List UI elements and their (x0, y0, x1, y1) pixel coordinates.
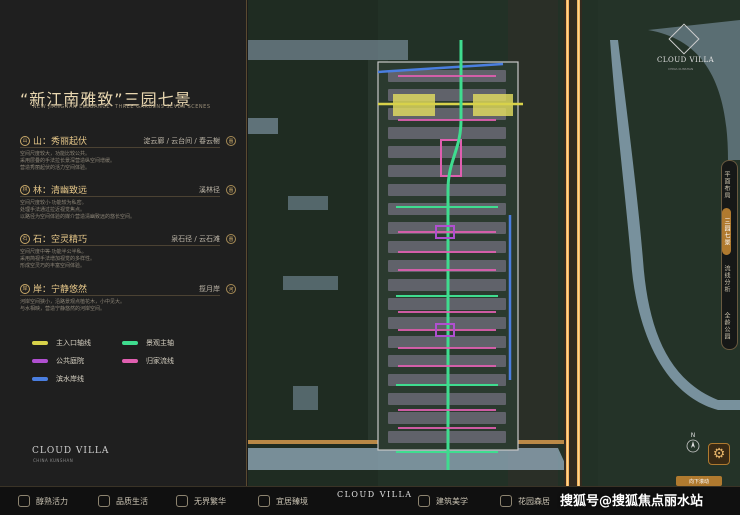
nav-item[interactable]: 醇熟活力 (18, 495, 68, 507)
legend-swatch (32, 376, 48, 381)
watermark: 搜狐号@搜狐焦点丽水站 (560, 494, 704, 509)
scene-path: 揽月岸 (199, 284, 220, 293)
legend-swatch (122, 340, 138, 345)
brand-logo: CLOUD VILLA (32, 446, 110, 456)
nav-icon (176, 495, 188, 507)
scene-forest: 林 林：清幽致远 溪林径 惠 空间尺度较小·功能较为私密。 处理手法通过拉近视觉… (20, 183, 236, 221)
legend-swatch (122, 358, 138, 363)
scene-path: 泉石径 / 云石滩 (171, 234, 220, 243)
forest-icon: 林 (20, 184, 30, 195)
scroll-down-button[interactable]: 向下滚动 (676, 476, 722, 486)
legend: 主入口轴线 景观主轴 公共庭院 归家流线 滨水岸线 (32, 338, 212, 392)
nav-icon (500, 495, 512, 507)
nav-label: 花园森居 (518, 496, 550, 506)
brand-right: CLOUD VILLA (657, 56, 715, 64)
nav-item[interactable]: 花园森居 (500, 495, 550, 507)
legend-item: 主入口轴线 (32, 338, 122, 347)
nav-label: 宜居臻境 (276, 496, 308, 506)
scene-badge: 惠 (226, 185, 236, 195)
scene-name: 岸：宁静悠然 (33, 285, 88, 295)
site-plan-map[interactable] (248, 0, 740, 486)
side-tab-bar: 平面布局 三园七景 流线分析 全龄公园 (721, 160, 738, 350)
scene-path: 溪林径 (199, 185, 220, 194)
nav-label: 建筑美学 (436, 496, 468, 506)
tab-floor-plan[interactable]: 平面布局 (722, 161, 731, 208)
scene-shore: 岸 岸：宁静悠然 揽月岸 河 河岸空间狭小，沿路景观点植花木，小中见大。 与水相… (20, 282, 236, 313)
scene-path: 淀云廊 / 云台间 / 春云榭 (143, 136, 220, 145)
compass-icon: N (684, 432, 702, 454)
nav-icon (418, 495, 430, 507)
brand-location: CHINA KUNSHAN (33, 458, 74, 463)
scene-desc: 空间尺度较大，功能比较公共。 采用层叠的手法拉长景深营造纵空间增缓。 营造秀丽起… (20, 151, 116, 171)
legend-label: 归家流线 (146, 356, 174, 365)
scene-desc: 河岸空间狭小，沿路景观点植花木，小中见大。 与水相映，营造宁静悠然的河岸空间。 (20, 299, 126, 312)
scene-badge: 河 (226, 284, 236, 294)
scene-desc: 空间尺度较小·功能较为私密。 处理手法通过拉近视觉焦点。 以路径为空间体验的媒介… (20, 200, 136, 220)
legend-label: 滨水岸线 (56, 374, 84, 383)
nav-item[interactable]: 宜居臻境 (258, 495, 308, 507)
mountain-icon: 山 (20, 135, 30, 146)
nav-item[interactable]: 建筑美学 (418, 495, 468, 507)
legend-swatch (32, 358, 48, 363)
aerial-map-graphic (248, 0, 740, 486)
info-panel: “新江南雅致”三园七景 "NEW JIANGNAN ELEGANCE" THRE… (0, 0, 247, 486)
scene-badge: 惠 (226, 234, 236, 244)
scene-name: 林：清幽致远 (33, 186, 88, 196)
settings-button[interactable]: ⚙ (708, 443, 730, 465)
nav-icon (98, 495, 110, 507)
gear-icon: ⚙ (712, 446, 726, 462)
scene-name: 山：秀丽起伏 (33, 137, 88, 147)
tab-gardens[interactable]: 三园七景 (722, 208, 731, 255)
nav-item[interactable]: 无界繁华 (176, 495, 226, 507)
tab-park[interactable]: 全龄公园 (722, 302, 731, 349)
legend-item: 归家流线 (122, 356, 212, 365)
nav-icon (258, 495, 270, 507)
house-row (388, 127, 506, 139)
nav-label: 品质生活 (116, 496, 148, 506)
legend-item: 公共庭院 (32, 356, 122, 365)
nav-label: 无界繁华 (194, 496, 226, 506)
legend-swatch (32, 340, 48, 345)
legend-item: 景观主轴 (122, 338, 212, 347)
nav-icon (18, 495, 30, 507)
panel-subtitle: "NEW JIANGNAN ELEGANCE" THREE GARDENS SE… (30, 104, 211, 110)
shore-icon: 岸 (20, 283, 30, 294)
scene-badge: 惠 (226, 136, 236, 146)
scene-stone: 石 石：空灵精巧 泉石径 / 云石滩 惠 空间尺度中等·功能半公半私。 采用简视… (20, 232, 236, 270)
bottom-brand: CLOUD VILLA (337, 490, 413, 499)
legend-label: 主入口轴线 (56, 338, 91, 347)
legend-label: 景观主轴 (146, 338, 174, 347)
brand-right-sub: CHINA KUNSHAN (668, 67, 694, 71)
nav-label: 醇熟活力 (36, 496, 68, 506)
tab-circulation[interactable]: 流线分析 (722, 255, 731, 302)
legend-item: 滨水岸线 (32, 374, 122, 383)
scene-name: 石：空灵精巧 (33, 235, 88, 245)
stone-icon: 石 (20, 233, 30, 244)
scene-mountain: 山 山：秀丽起伏 淀云廊 / 云台间 / 春云榭 惠 空间尺度较大，功能比较公共… (20, 134, 236, 172)
nav-item[interactable]: 品质生活 (98, 495, 148, 507)
legend-label: 公共庭院 (56, 356, 84, 365)
scene-desc: 空间尺度中等·功能半公半私。 采用简视手法增加视觉的多样性。 形成空灵巧的丰富空… (20, 249, 96, 269)
compass-label: N (690, 432, 696, 439)
house-row (388, 146, 506, 158)
